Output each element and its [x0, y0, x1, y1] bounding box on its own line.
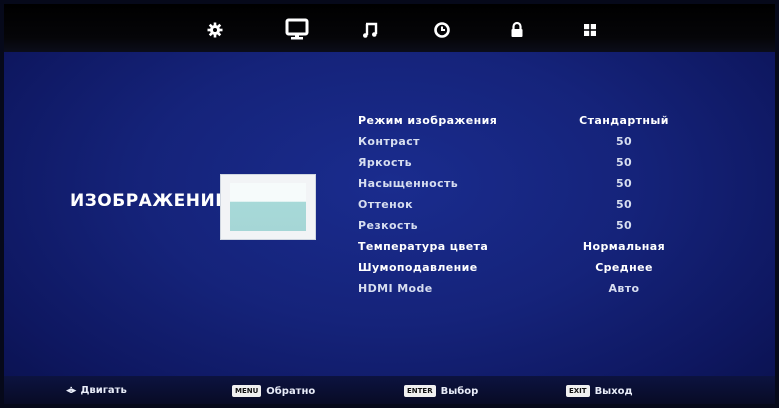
monitor-icon[interactable]	[285, 17, 309, 41]
hint-move-label: Двигать	[80, 385, 127, 396]
setting-label: Шумоподавление	[358, 261, 478, 274]
setting-value: 50	[615, 177, 633, 190]
setting-label: Насыщенность	[358, 177, 459, 190]
hint-select-label: Выбор	[440, 385, 479, 397]
setting-color-temperature[interactable]: Температура цвета Нормальная	[358, 240, 688, 260]
enter-key-icon: ENTER	[404, 385, 436, 397]
setting-label: Режим изображения	[358, 114, 498, 127]
setting-label: Резкость	[358, 219, 418, 232]
menu-key-icon: MENU	[232, 385, 262, 397]
setting-picture-mode[interactable]: Режим изображения Стандартный	[358, 114, 688, 134]
setting-label: Контраст	[358, 135, 420, 148]
setting-value: 50	[615, 156, 633, 169]
preview-image	[230, 183, 306, 231]
setting-value: Стандартный	[579, 114, 669, 127]
lock-icon[interactable]	[507, 20, 527, 40]
clock-icon[interactable]	[432, 20, 452, 40]
setting-contrast[interactable]: Контраст 50	[358, 135, 688, 155]
tv-osd-screen: ИЗОБРАЖЕНИЕ Режим изображения Стандартны…	[0, 0, 779, 408]
key-hint-bar: ◂⁝▸ Двигать MENU Обратно ENTER Выбор EXI…	[4, 376, 775, 404]
setting-value: 50	[615, 219, 633, 232]
setting-saturation[interactable]: Насыщенность 50	[358, 177, 688, 197]
section-title: ИЗОБРАЖЕНИЕ	[70, 191, 228, 211]
dpad-arrows-icon: ◂⁝▸	[66, 385, 77, 396]
setting-value: Нормальная	[582, 240, 666, 253]
setting-hue[interactable]: Оттенок 50	[358, 198, 688, 218]
setting-hdmi-mode[interactable]: HDMI Mode Авто	[358, 282, 688, 302]
hint-back-label: Обратно	[266, 385, 316, 397]
tab-bar	[4, 4, 775, 52]
setting-label: Яркость	[358, 156, 413, 169]
setting-label: Температура цвета	[358, 240, 489, 253]
hint-exit-label: Выход	[594, 385, 633, 397]
hint-back: MENU Обратно	[232, 385, 315, 397]
setting-value: 50	[615, 198, 633, 211]
setting-label: HDMI Mode	[358, 282, 433, 295]
setting-label: Оттенок	[358, 198, 413, 211]
grid-icon[interactable]	[580, 20, 600, 40]
setting-value: 50	[615, 135, 633, 148]
exit-key-icon: EXIT	[566, 385, 590, 397]
gear-icon[interactable]	[205, 20, 225, 40]
setting-noise-reduction[interactable]: Шумоподавление Среднее	[358, 261, 688, 281]
music-note-icon[interactable]	[360, 20, 380, 40]
setting-brightness[interactable]: Яркость 50	[358, 156, 688, 176]
hint-move: ◂⁝▸ Двигать	[66, 385, 127, 396]
setting-value: Авто	[608, 282, 640, 295]
picture-preview	[220, 174, 316, 240]
hint-select: ENTER Выбор	[404, 385, 478, 397]
hint-exit: EXIT Выход	[566, 385, 633, 397]
setting-value: Среднее	[595, 261, 653, 274]
setting-sharpness[interactable]: Резкость 50	[358, 219, 688, 239]
